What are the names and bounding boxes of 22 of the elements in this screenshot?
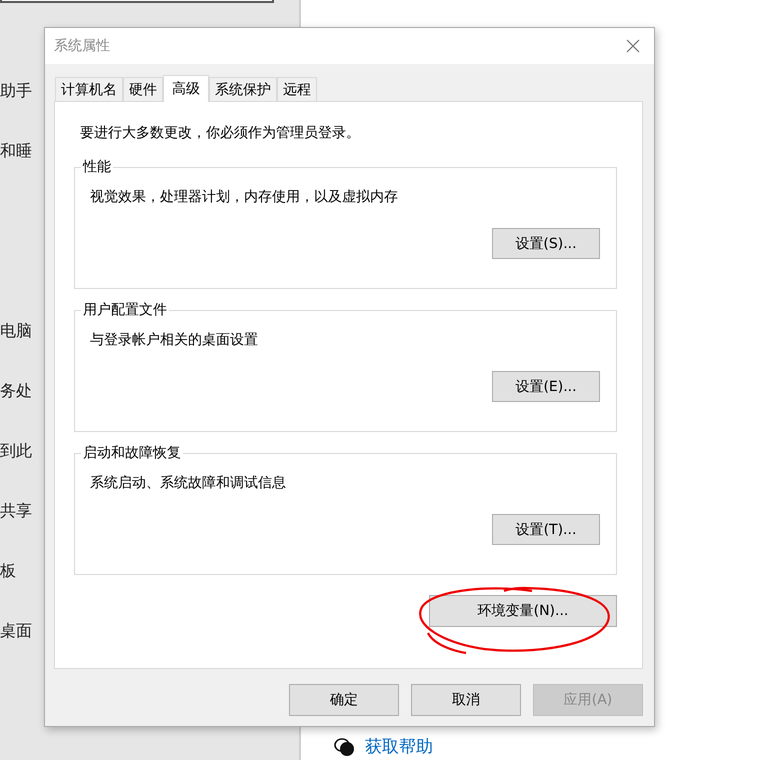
group-title: 启动和故障恢复 [81,445,183,461]
settings-button[interactable]: 设置(E)... [492,371,600,402]
tab[interactable]: 系统保护 [209,77,277,101]
close-icon[interactable] [626,39,640,53]
tab[interactable]: 计算机名 [55,77,123,101]
dialog-button[interactable]: 确定 [289,684,399,716]
window-title: 系统属性 [54,37,110,55]
environment-variables-button[interactable]: 环境变量(N)... [429,595,617,627]
notice-text: 要进行大多数更改，你必须作为管理员登录。 [80,124,361,142]
group-title: 性能 [81,159,113,175]
settings-button[interactable]: 设置(T)... [492,514,600,545]
group-description: 视觉效果，处理器计划，内存使用，以及虚拟内存 [90,188,399,206]
dialog-button[interactable]: 取消 [411,684,521,716]
tab[interactable]: 硬件 [123,77,163,101]
help-link[interactable]: 获取帮助 [365,736,433,758]
settings-button[interactable]: 设置(S)... [492,228,600,259]
tab[interactable]: 远程 [277,77,317,101]
group-description: 系统启动、系统故障和调试信息 [90,474,287,492]
tab[interactable]: 高级 [163,75,209,102]
help-icon [333,737,355,757]
group-description: 与登录帐户相关的桌面设置 [90,331,259,349]
group-title: 用户配置文件 [81,302,169,318]
